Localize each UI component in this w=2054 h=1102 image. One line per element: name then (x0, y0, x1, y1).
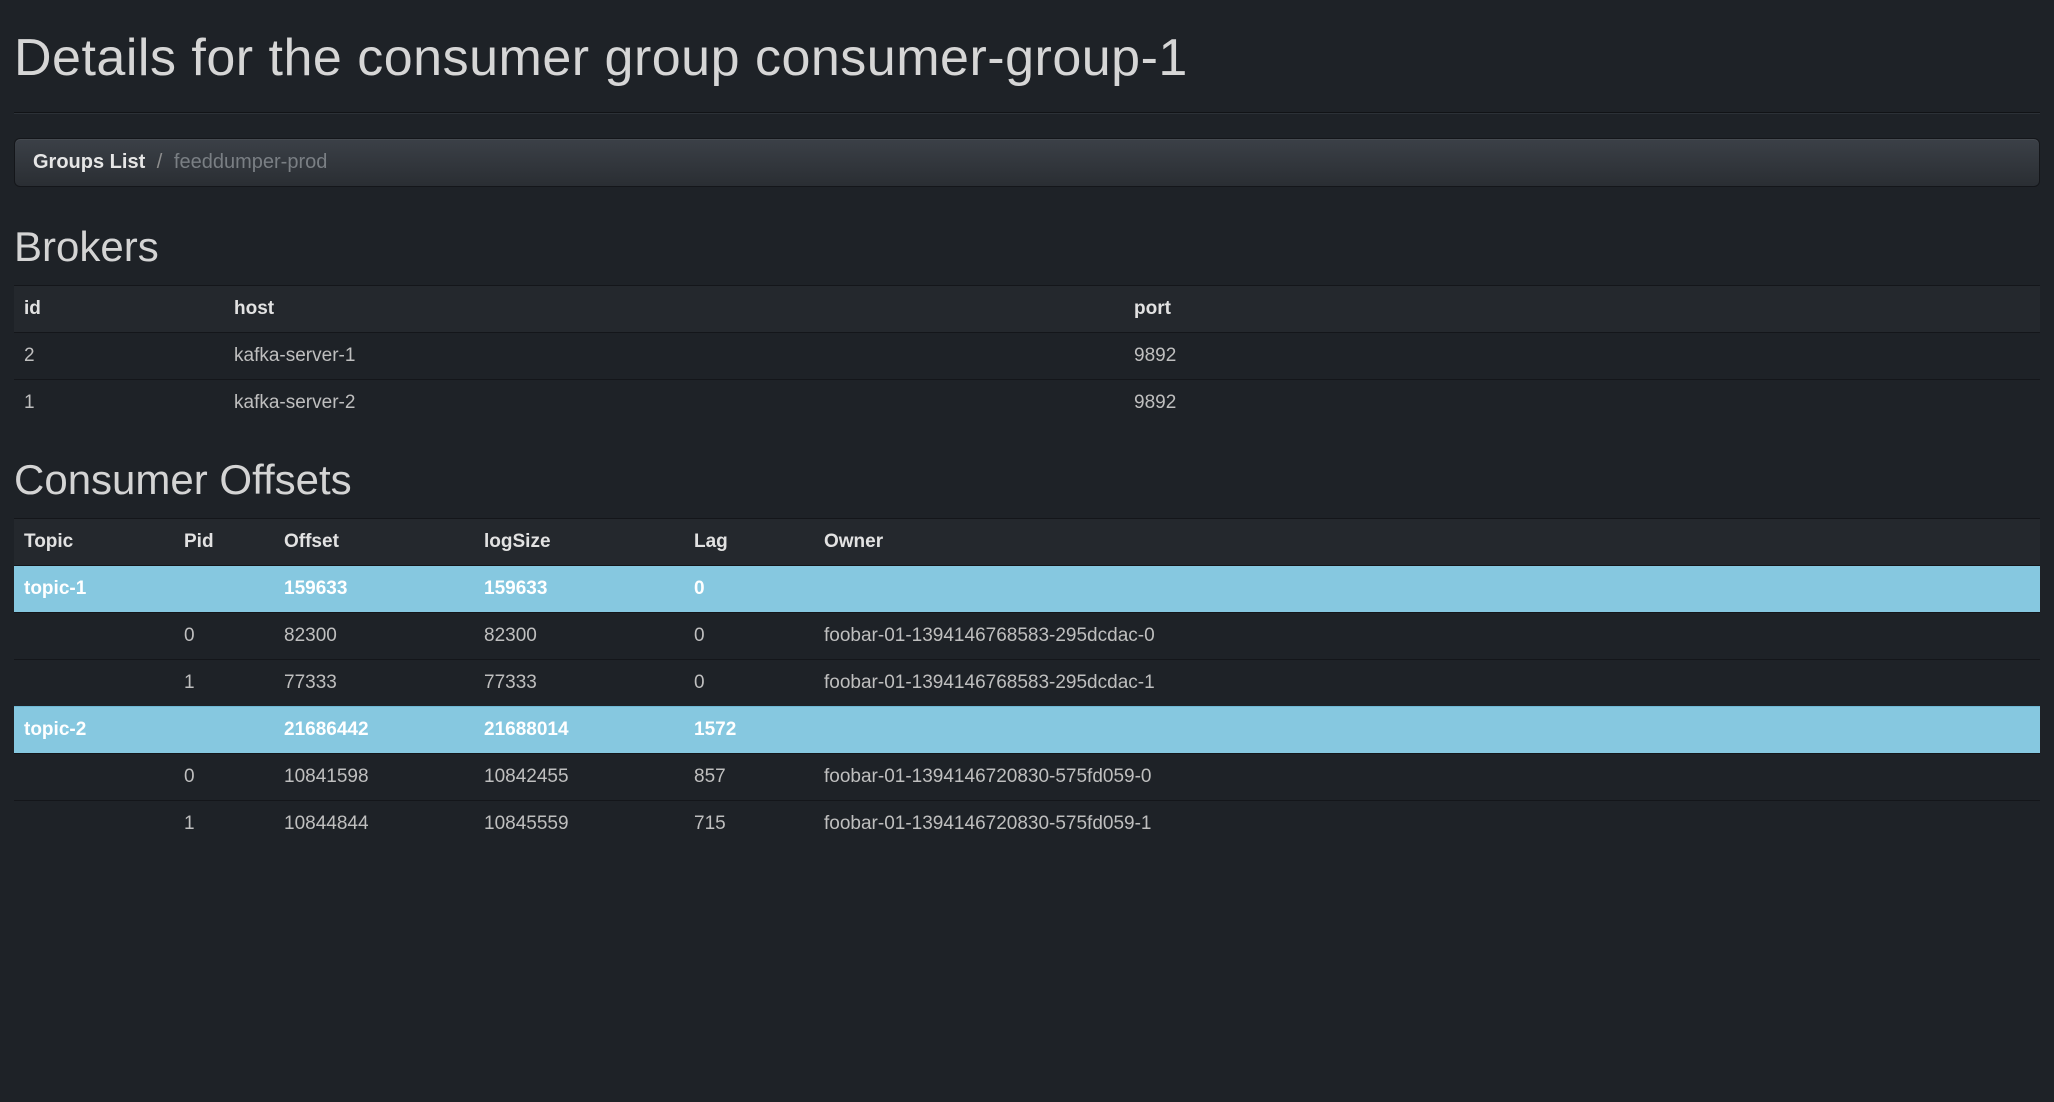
cell-owner: foobar-01-1394146720830-575fd059-1 (814, 801, 2040, 848)
cell-lag: 0 (684, 566, 814, 613)
cell-topic (14, 613, 174, 660)
cell-owner: foobar-01-1394146768583-295dcdac-1 (814, 660, 2040, 707)
cell-logsize: 77333 (474, 660, 684, 707)
cell-topic (14, 660, 174, 707)
cell-logsize: 82300 (474, 613, 684, 660)
cell-owner: foobar-01-1394146768583-295dcdac-0 (814, 613, 2040, 660)
brokers-table: id host port 2kafka-server-198921kafka-s… (14, 285, 2040, 426)
offsets-col-owner: Owner (814, 519, 2040, 566)
brokers-header-row: id host port (14, 286, 2040, 333)
cell-port: 9892 (1124, 333, 2040, 380)
cell-logsize: 159633 (474, 566, 684, 613)
cell-offset: 10841598 (274, 754, 474, 801)
offsets-col-logsize: logSize (474, 519, 684, 566)
table-row: 11084484410845559715foobar-01-1394146720… (14, 801, 2040, 848)
cell-topic (14, 801, 174, 848)
cell-owner: foobar-01-1394146720830-575fd059-0 (814, 754, 2040, 801)
cell-lag: 0 (684, 613, 814, 660)
offsets-col-lag: Lag (684, 519, 814, 566)
brokers-col-host: host (224, 286, 1124, 333)
table-row: 177333773330foobar-01-1394146768583-295d… (14, 660, 2040, 707)
offsets-heading: Consumer Offsets (14, 456, 2040, 504)
table-row: topic-2 21686442216880141572 (14, 707, 2040, 754)
table-row: 1kafka-server-29892 (14, 380, 2040, 427)
cell-pid (174, 707, 274, 754)
divider (14, 112, 2040, 114)
cell-pid: 0 (174, 613, 274, 660)
table-row: 01084159810842455857foobar-01-1394146720… (14, 754, 2040, 801)
cell-pid: 1 (174, 660, 274, 707)
breadcrumb-current: feeddumper-prod (174, 151, 327, 173)
table-row: 2kafka-server-19892 (14, 333, 2040, 380)
cell-lag: 715 (684, 801, 814, 848)
cell-owner (814, 707, 2040, 754)
cell-logsize: 10845559 (474, 801, 684, 848)
breadcrumb-separator: / (151, 151, 169, 173)
cell-port: 9892 (1124, 380, 2040, 427)
cell-lag: 857 (684, 754, 814, 801)
cell-id: 2 (14, 333, 224, 380)
cell-offset: 10844844 (274, 801, 474, 848)
cell-logsize: 21688014 (474, 707, 684, 754)
offsets-col-topic: Topic (14, 519, 174, 566)
brokers-col-port: port (1124, 286, 2040, 333)
cell-owner (814, 566, 2040, 613)
brokers-heading: Brokers (14, 223, 2040, 271)
table-row: 082300823000foobar-01-1394146768583-295d… (14, 613, 2040, 660)
cell-pid: 1 (174, 801, 274, 848)
offsets-col-pid: Pid (174, 519, 274, 566)
cell-lag: 0 (684, 660, 814, 707)
cell-offset: 21686442 (274, 707, 474, 754)
offsets-table: Topic Pid Offset logSize Lag Owner topic… (14, 518, 2040, 847)
cell-offset: 159633 (274, 566, 474, 613)
cell-host: kafka-server-1 (224, 333, 1124, 380)
cell-logsize: 10842455 (474, 754, 684, 801)
cell-topic: topic-2 (14, 707, 174, 754)
brokers-col-id: id (14, 286, 224, 333)
cell-offset: 82300 (274, 613, 474, 660)
cell-host: kafka-server-2 (224, 380, 1124, 427)
offsets-header-row: Topic Pid Offset logSize Lag Owner (14, 519, 2040, 566)
cell-pid: 0 (174, 754, 274, 801)
cell-topic (14, 754, 174, 801)
cell-pid (174, 566, 274, 613)
table-row: topic-11596331596330 (14, 566, 2040, 613)
breadcrumb: Groups List / feeddumper-prod (14, 138, 2040, 187)
cell-lag: 1572 (684, 707, 814, 754)
cell-topic: topic-1 (14, 566, 174, 613)
offsets-col-offset: Offset (274, 519, 474, 566)
cell-id: 1 (14, 380, 224, 427)
breadcrumb-root-link[interactable]: Groups List (33, 151, 145, 173)
page-title: Details for the consumer group consumer-… (14, 28, 2040, 88)
cell-offset: 77333 (274, 660, 474, 707)
